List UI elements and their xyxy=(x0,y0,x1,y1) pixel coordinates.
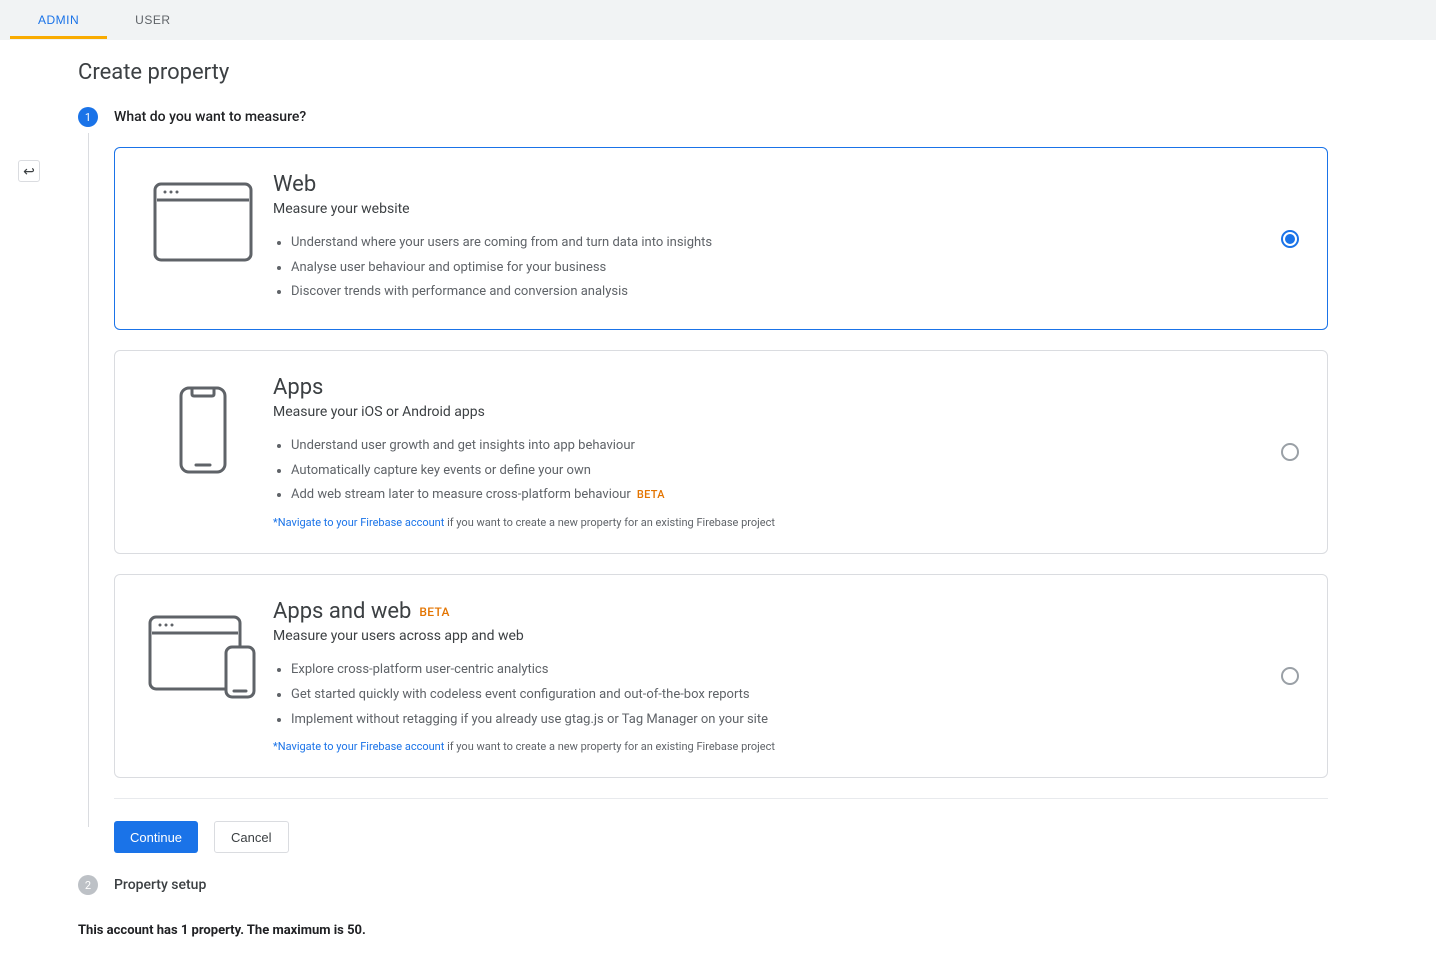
option-web-bullet: Discover trends with performance and con… xyxy=(291,280,1239,305)
option-appsweb-bullet: Get started quickly with codeless event … xyxy=(291,683,1239,708)
option-appsweb-bullet: Explore cross-platform user-centric anal… xyxy=(291,658,1239,683)
cancel-button[interactable]: Cancel xyxy=(214,821,288,853)
firebase-link[interactable]: *Navigate to your Firebase account xyxy=(273,516,444,529)
top-tabs: ADMIN USER xyxy=(0,0,1436,40)
option-apps-radio[interactable] xyxy=(1281,443,1299,461)
option-apps-bullet: Add web stream later to measure cross-pl… xyxy=(291,483,1239,508)
action-row: Continue Cancel xyxy=(114,821,1328,853)
stepper: 1 What do you want to measure? xyxy=(78,107,1328,895)
step-2-badge: 2 xyxy=(78,875,98,895)
continue-button[interactable]: Continue xyxy=(114,821,198,853)
option-appsweb-title: Apps and web BETA xyxy=(273,599,1239,624)
option-card-web[interactable]: Web Measure your website Understand wher… xyxy=(114,147,1328,330)
step-2-header: 2 Property setup xyxy=(78,875,1328,895)
option-apps-title: Apps xyxy=(273,375,1239,400)
left-gutter: ↩ xyxy=(0,40,78,978)
tab-user[interactable]: USER xyxy=(107,0,198,39)
beta-badge: BETA xyxy=(419,605,449,619)
stepper-line xyxy=(88,133,89,827)
browser-phone-icon xyxy=(143,599,263,699)
step-1-badge: 1 xyxy=(78,107,98,127)
option-web-title: Web xyxy=(273,172,1239,197)
account-property-count: This account has 1 property. The maximum… xyxy=(78,923,1328,938)
option-web-bullet: Analyse user behaviour and optimise for … xyxy=(291,256,1239,281)
divider xyxy=(114,798,1328,799)
tab-admin[interactable]: ADMIN xyxy=(10,0,107,39)
option-web-subtitle: Measure your website xyxy=(273,201,1239,217)
step-1-header: 1 What do you want to measure? xyxy=(78,107,1328,127)
page-title: Create property xyxy=(78,60,1328,85)
option-apps-subtitle: Measure your iOS or Android apps xyxy=(273,404,1239,420)
option-appsweb-radio[interactable] xyxy=(1281,667,1299,685)
firebase-note: *Navigate to your Firebase account if yo… xyxy=(273,516,1239,529)
option-apps-bullet: Understand user growth and get insights … xyxy=(291,434,1239,459)
browser-window-icon xyxy=(143,172,263,262)
option-card-apps[interactable]: Apps Measure your iOS or Android apps Un… xyxy=(114,350,1328,554)
step-1-label: What do you want to measure? xyxy=(114,109,306,125)
option-apps-bullet: Automatically capture key events or defi… xyxy=(291,459,1239,484)
option-web-bullet: Understand where your users are coming f… xyxy=(291,231,1239,256)
step-2-label: Property setup xyxy=(114,877,206,893)
firebase-link[interactable]: *Navigate to your Firebase account xyxy=(273,740,444,753)
phone-icon xyxy=(143,375,263,475)
option-web-radio[interactable] xyxy=(1281,230,1299,248)
back-arrow-icon: ↩ xyxy=(23,163,35,180)
option-appsweb-subtitle: Measure your users across app and web xyxy=(273,628,1239,644)
back-button[interactable]: ↩ xyxy=(18,160,40,182)
firebase-note: *Navigate to your Firebase account if yo… xyxy=(273,740,1239,753)
option-card-apps-and-web[interactable]: Apps and web BETA Measure your users acr… xyxy=(114,574,1328,778)
option-appsweb-bullet: Implement without retagging if you alrea… xyxy=(291,708,1239,733)
beta-badge: BETA xyxy=(637,488,665,501)
